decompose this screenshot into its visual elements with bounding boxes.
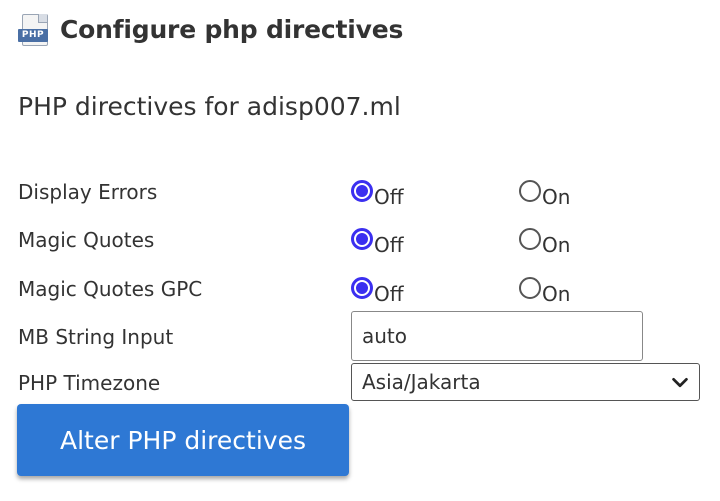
magic-quotes-on-radio[interactable]: On <box>519 228 570 255</box>
directive-label: Magic Quotes GPC <box>18 277 203 301</box>
display-errors-on-radio[interactable]: On <box>519 180 570 207</box>
radio-unchecked-icon[interactable] <box>519 180 541 202</box>
directive-row-magic-quotes: Magic Quotes Off On <box>18 218 708 258</box>
radio-checked-icon[interactable] <box>351 277 373 299</box>
magic-quotes-gpc-on-radio[interactable]: On <box>519 277 570 304</box>
page-header: PHP Configure php directives <box>18 12 403 46</box>
magic-quotes-gpc-off-radio[interactable]: Off <box>351 277 404 304</box>
radio-checked-icon[interactable] <box>351 180 373 202</box>
page-title: Configure php directives <box>60 14 404 44</box>
page-subtitle: PHP directives for adisp007.ml <box>18 92 401 121</box>
directive-label: Display Errors <box>18 180 158 204</box>
directive-row-magic-quotes-gpc: Magic Quotes GPC Off On <box>18 267 708 307</box>
timezone-select[interactable]: Asia/Jakarta <box>351 363 700 401</box>
php-icon-tag: PHP <box>18 29 48 42</box>
radio-checked-icon[interactable] <box>351 228 373 250</box>
display-errors-off-radio[interactable]: Off <box>351 180 404 207</box>
chevron-down-icon <box>672 377 688 388</box>
directive-label: PHP Timezone <box>18 371 161 395</box>
directive-row-mb-string: MB String Input <box>18 311 708 363</box>
radio-unchecked-icon[interactable] <box>519 228 541 250</box>
directive-row-timezone: PHP Timezone Asia/Jakarta <box>18 363 708 403</box>
radio-unchecked-icon[interactable] <box>519 277 541 299</box>
directive-label: MB String Input <box>18 325 174 349</box>
mb-string-input[interactable] <box>351 311 643 361</box>
php-file-icon: PHP <box>18 12 52 46</box>
timezone-selected-value: Asia/Jakarta <box>362 370 481 394</box>
directive-label: Magic Quotes <box>18 228 155 252</box>
magic-quotes-off-radio[interactable]: Off <box>351 228 404 255</box>
directive-row-display-errors: Display Errors Off On <box>18 170 708 210</box>
alter-php-directives-button[interactable]: Alter PHP directives <box>17 404 349 476</box>
